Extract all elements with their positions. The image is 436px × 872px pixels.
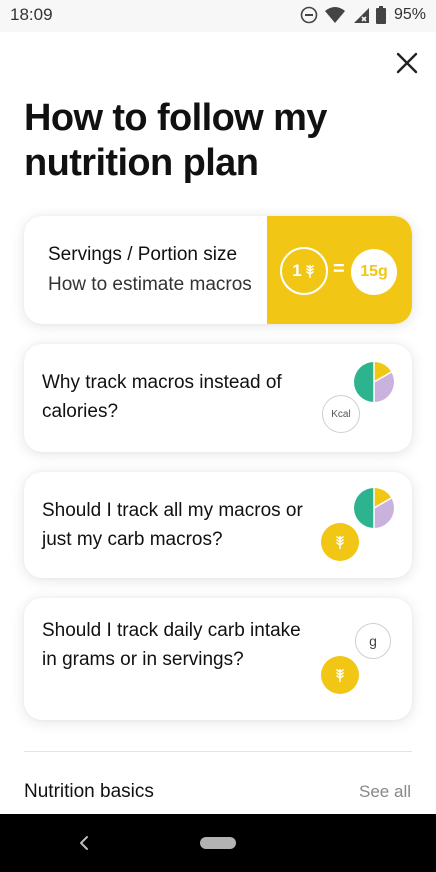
back-chevron-icon: [80, 836, 88, 850]
section-divider: [24, 751, 412, 752]
back-button[interactable]: [72, 830, 96, 856]
close-button[interactable]: [392, 48, 422, 78]
grams-badge: g: [355, 623, 391, 659]
battery-percentage: 95%: [393, 6, 426, 23]
card-subtitle: How to estimate macros: [48, 274, 252, 295]
wheat-icon: [336, 669, 344, 682]
card-title: Servings / Portion size: [48, 244, 238, 265]
serving-count: 1: [292, 261, 302, 280]
card-title: Why track macros instead of calories?: [42, 372, 282, 422]
cell-signal-icon: [353, 8, 369, 23]
wheat-icon: [336, 536, 344, 549]
card-track-grams-or-servings[interactable]: Should I track daily carb intake in gram…: [24, 598, 412, 720]
page-title: How to follow my nutrition plan: [24, 97, 327, 184]
wheat-icon: [305, 265, 314, 278]
do-not-disturb-icon: [300, 6, 318, 24]
card-title: Should I track all my macros or just my …: [42, 500, 303, 550]
carb-badge: [321, 656, 359, 694]
carb-badge: [321, 523, 359, 561]
status-time: 18:09: [10, 5, 53, 24]
card-servings-portion-size[interactable]: Servings / Portion size How to estimate …: [24, 216, 412, 324]
status-icons: 95%: [300, 4, 426, 26]
macro-pie-icon: [354, 362, 394, 402]
battery-icon: [375, 6, 386, 24]
serving-circle: 1: [280, 247, 328, 295]
wifi-icon: [324, 7, 345, 23]
section-title: Nutrition basics: [24, 781, 154, 802]
see-all-link[interactable]: See all: [359, 782, 411, 802]
card-track-all-macros[interactable]: Should I track all my macros or just my …: [24, 472, 412, 578]
equals-sign: =: [333, 258, 345, 280]
close-icon: [396, 52, 418, 74]
serving-illustration: 1 = 15g: [267, 216, 412, 324]
kcal-badge: Kcal: [322, 395, 360, 433]
grams-badge: 15g: [351, 249, 397, 295]
status-bar: 18:09 95%: [0, 0, 436, 32]
card-why-track-macros[interactable]: Why track macros instead of calories? Kc…: [24, 344, 412, 452]
navigation-bar: [0, 814, 436, 872]
macro-pie-icon: [354, 488, 394, 528]
home-pill[interactable]: [200, 837, 236, 849]
card-title: Should I track daily carb intake in gram…: [42, 620, 301, 670]
